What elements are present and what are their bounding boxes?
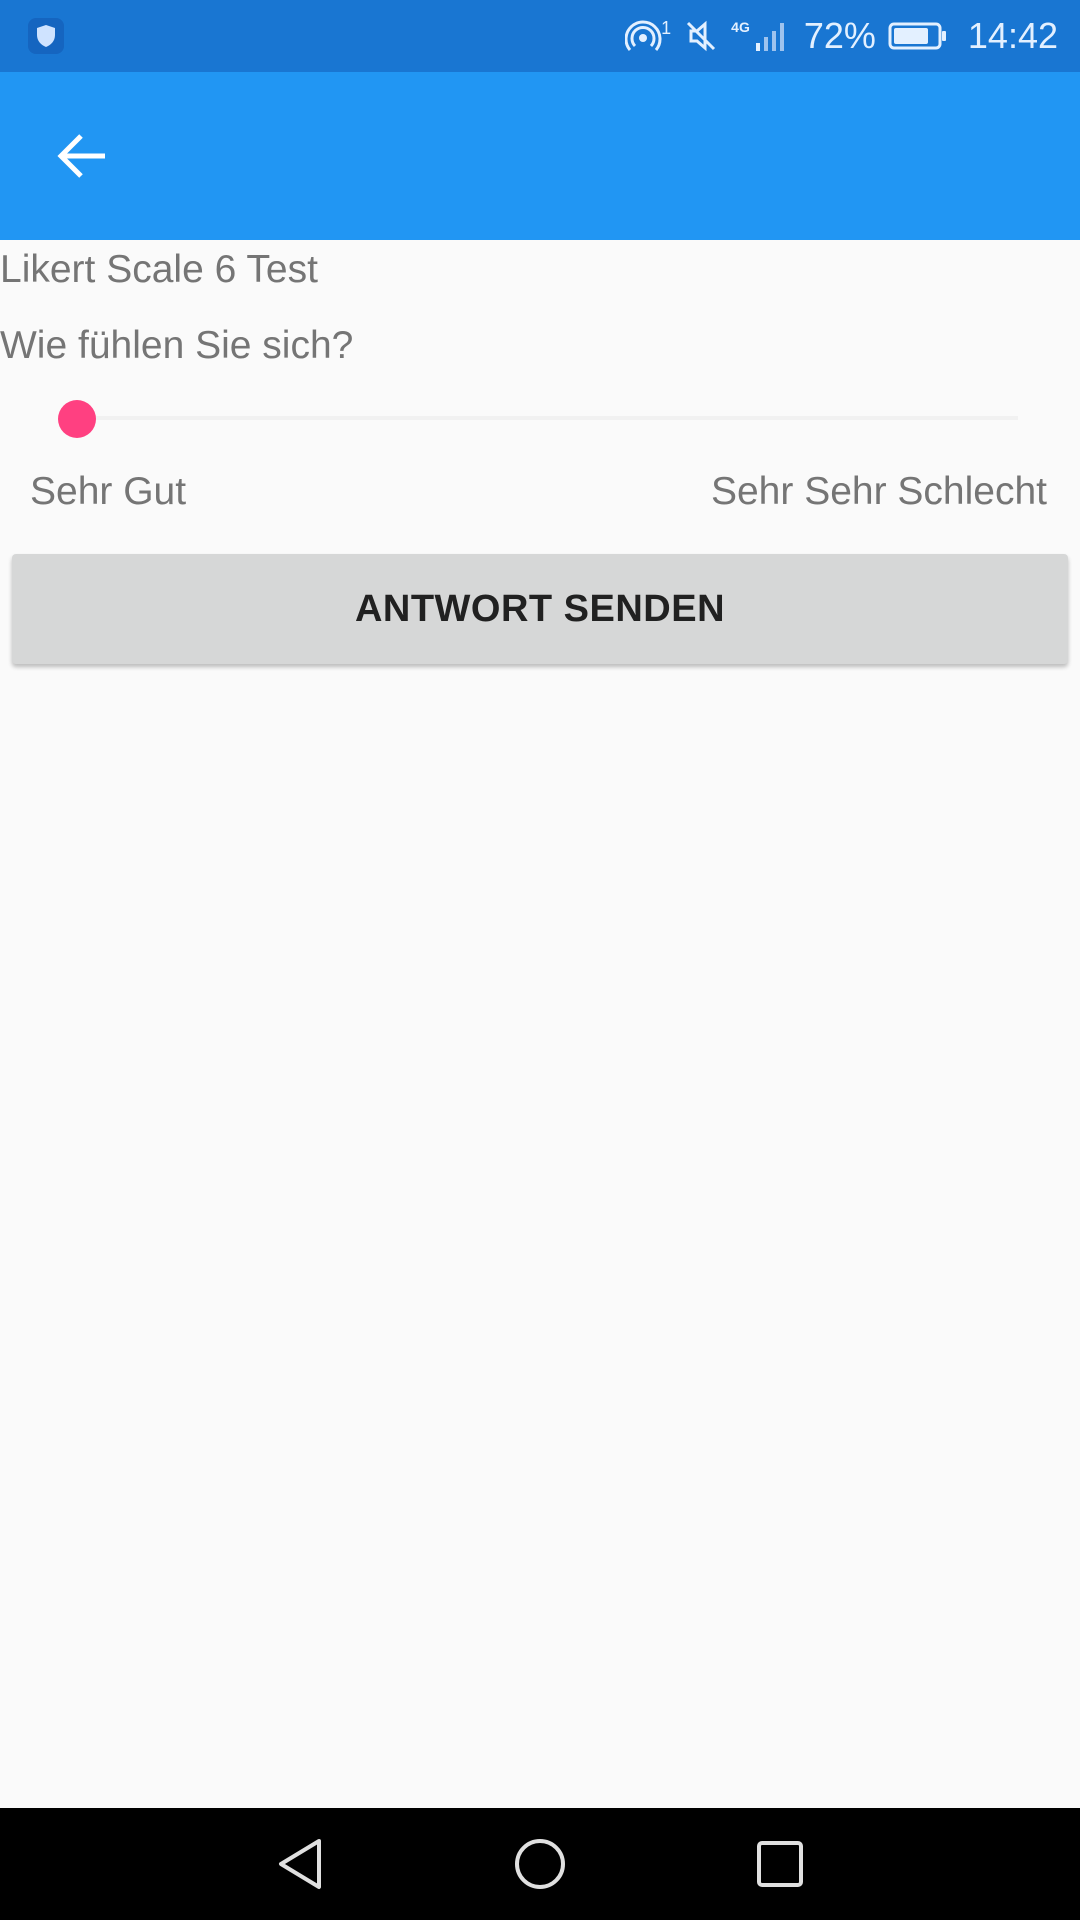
network-label: 4G bbox=[731, 19, 750, 35]
slider-track bbox=[58, 416, 1018, 420]
arrow-left-icon bbox=[57, 134, 105, 178]
app-bar bbox=[0, 72, 1080, 240]
home-circle-icon bbox=[515, 1839, 565, 1889]
question-text: Wie fühlen Sie sich? bbox=[0, 324, 354, 367]
nav-back-button[interactable] bbox=[265, 1829, 335, 1899]
submit-answer-button[interactable]: ANTWORT SENDEN bbox=[12, 554, 1068, 664]
shield-icon bbox=[28, 18, 64, 54]
status-left bbox=[28, 18, 64, 54]
status-bar: 1 4G 72% 14:42 bbox=[0, 0, 1080, 72]
status-right: 1 4G 72% 14:42 bbox=[625, 15, 1058, 57]
slider-thumb[interactable] bbox=[58, 400, 96, 438]
scale-min-label: Sehr Gut bbox=[30, 470, 187, 513]
recents-square-icon bbox=[757, 1841, 803, 1887]
navigation-bar bbox=[0, 1808, 1080, 1920]
scale-max-label: Sehr Sehr Schlecht bbox=[710, 470, 1047, 513]
back-button[interactable] bbox=[42, 116, 122, 196]
back-triangle-icon bbox=[279, 1839, 321, 1889]
nav-home-button[interactable] bbox=[505, 1829, 575, 1899]
clock: 14:42 bbox=[967, 15, 1058, 56]
likert-slider[interactable] bbox=[58, 392, 1018, 444]
nav-recents-button[interactable] bbox=[745, 1829, 815, 1899]
hotspot-badge: 1 bbox=[661, 18, 672, 38]
signal-icon: 4G bbox=[731, 19, 790, 53]
battery-icon bbox=[888, 21, 948, 51]
mute-icon bbox=[683, 18, 719, 54]
survey-title: Likert Scale 6 Test bbox=[0, 248, 318, 291]
hotspot-icon: 1 bbox=[625, 18, 671, 54]
battery-percent: 72% bbox=[803, 15, 876, 56]
